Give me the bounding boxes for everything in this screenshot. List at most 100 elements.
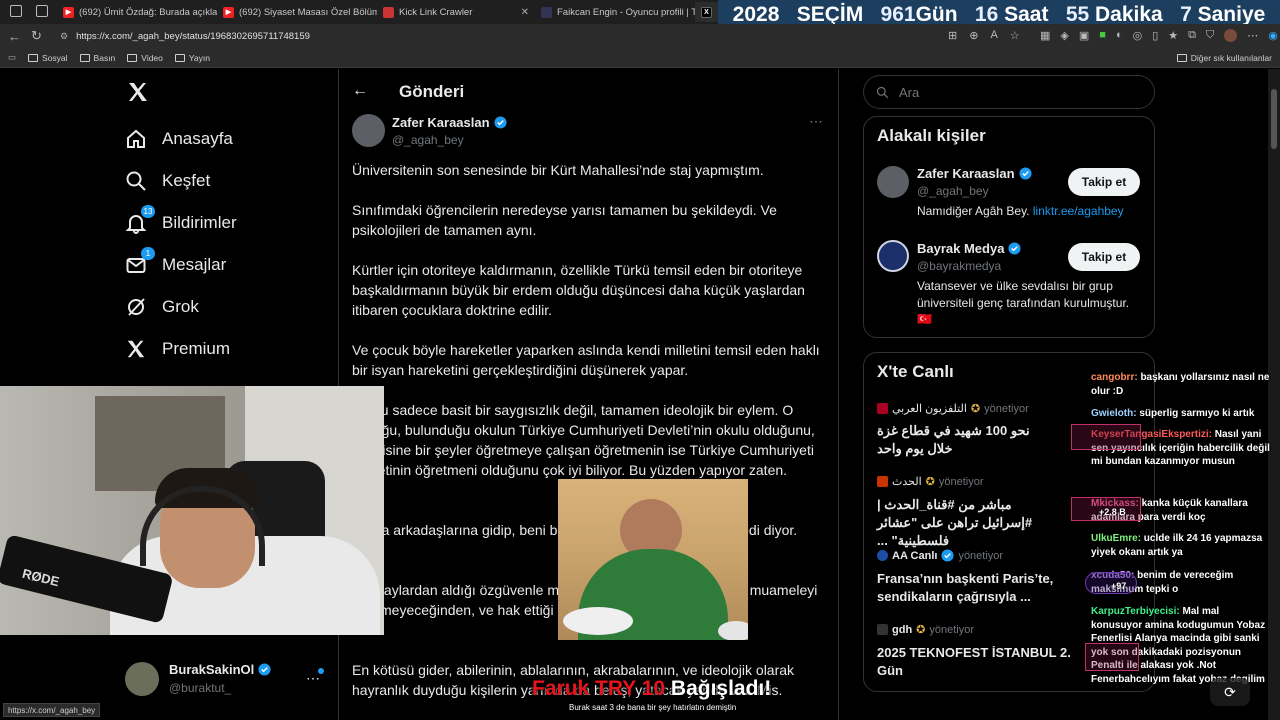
- live-item-title[interactable]: Fransa’nın başkenti Paris’te, sendikalar…: [877, 570, 1077, 606]
- related-person-name[interactable]: Zafer Karaaslan: [917, 166, 1015, 181]
- column-divider: [838, 69, 839, 720]
- site-info-icon[interactable]: ⚙: [60, 31, 68, 42]
- collections-icon[interactable]: ⧉: [1188, 29, 1196, 42]
- back-arrow-icon[interactable]: ←: [8, 29, 21, 44]
- extension-icon[interactable]: ◈: [1060, 29, 1068, 42]
- live-item-source: gdh ✪ yönetiyor: [877, 623, 1077, 636]
- post-paragraph: Sınıfımdaki öğrencilerin neredeyse yarıs…: [352, 202, 777, 238]
- browser-tab-1[interactable]: ▶ (692) Ümit Özdağ: Burada açıklay...✕: [57, 2, 217, 22]
- youtube-icon: ▶: [223, 6, 234, 18]
- bio-link[interactable]: linktr.ee/agahbey: [1033, 204, 1124, 218]
- countdown-hours: 16: [974, 3, 999, 26]
- reading-list-icon[interactable]: ▭: [8, 52, 16, 63]
- related-person-bio: Vatansever ve ülke sevdalısı bir grup ün…: [917, 279, 1130, 326]
- profile-avatar[interactable]: [1224, 29, 1238, 42]
- countdown-hours-unit: Saat: [1004, 3, 1049, 26]
- read-aloud-icon[interactable]: A: [990, 29, 997, 42]
- nav-item-grok[interactable]: Grok: [125, 292, 199, 322]
- extensions-bar: ▦ ◈ ▣ ■ ◐ ◎ ▯ ★ ⧉ ⛉ ⋯ ◉: [1040, 29, 1278, 42]
- live-item-source: AA Canlı yönetiyor: [877, 549, 1077, 562]
- nav-item-messages[interactable]: 1 Mesajlar: [125, 247, 226, 280]
- nav-item-home[interactable]: Anasayfa: [125, 124, 233, 154]
- home-icon: [125, 128, 147, 150]
- crawler-icon: [383, 6, 394, 18]
- workspaces-icon[interactable]: [10, 5, 22, 17]
- tab-actions-icon[interactable]: [36, 5, 48, 17]
- avatar[interactable]: [877, 166, 909, 198]
- x-logo-icon[interactable]: [126, 80, 150, 104]
- more-menu-icon[interactable]: ⋯: [1247, 29, 1258, 42]
- countdown-days-unit: Gün: [915, 3, 958, 26]
- shield-icon[interactable]: ⛉: [1206, 29, 1214, 42]
- search-icon: [125, 170, 147, 192]
- back-arrow-icon[interactable]: ←: [352, 82, 368, 100]
- countdown-seconds: 7: [1180, 3, 1192, 26]
- split-screen-icon[interactable]: ▯: [1152, 29, 1158, 42]
- countdown-seconds-unit: Saniye: [1197, 3, 1266, 26]
- zoom-icon[interactable]: ⊕: [969, 29, 978, 42]
- countdown-days: 961: [880, 3, 916, 26]
- browser-tab-3[interactable]: Kick Link Crawler ✕: [377, 2, 535, 22]
- chat-highlight-box: [1071, 424, 1141, 450]
- post-paragraph: Üniversitenin son senesinde bir Kürt Mah…: [352, 162, 764, 178]
- chat-overlay-button[interactable]: ⟳: [1210, 678, 1250, 706]
- search-icon: [876, 86, 889, 98]
- avatar[interactable]: [877, 240, 909, 272]
- nav-item-notifications[interactable]: 13 Bildirimler: [125, 205, 237, 238]
- bell-icon: 13: [125, 205, 155, 234]
- other-bookmarks[interactable]: Diğer sık kullanılanlar: [1176, 53, 1272, 63]
- follow-button[interactable]: Takip et: [1068, 168, 1140, 196]
- related-person-bio: Namıdiğer Agâh Bey. linktr.ee/agahbey: [917, 204, 1124, 218]
- donation-verb: Bağışladı!: [670, 677, 772, 700]
- url-field[interactable]: ⚙ https://x.com/_agah_bey/status/1968302…: [52, 28, 932, 44]
- account-name: BurakSakinOl: [169, 662, 255, 677]
- live-item-title[interactable]: نحو 100 شهيد في قطاع غزة خلال يوم واحد: [877, 422, 1047, 458]
- reload-icon[interactable]: ↻: [31, 28, 42, 44]
- browser-tab-4[interactable]: Faikcan Engin - Oyuncu profili | T...✕: [535, 2, 695, 22]
- x-logo-icon: [125, 338, 147, 360]
- bookmark-folder-sosyal[interactable]: Sosyal: [28, 53, 68, 63]
- author-avatar[interactable]: [352, 114, 385, 147]
- follow-button[interactable]: Takip et: [1068, 243, 1140, 271]
- bookmark-folder-yayin[interactable]: Yayın: [174, 53, 210, 63]
- nav-item-premium[interactable]: Premium: [125, 334, 230, 364]
- gold-verified-icon: ✪: [916, 624, 926, 636]
- bookmark-folder-basin[interactable]: Basın: [79, 53, 115, 63]
- x-logo-icon: X: [701, 6, 712, 18]
- scrollbar-thumb[interactable]: [1271, 89, 1277, 149]
- extension-icon[interactable]: ◐: [1116, 29, 1123, 42]
- post-more-icon[interactable]: ⋯: [809, 113, 823, 130]
- live-item-title[interactable]: 2025 TEKNOFEST İSTANBUL 2. Gün: [877, 644, 1077, 680]
- related-person-name[interactable]: Bayrak Medya: [917, 241, 1004, 256]
- countdown-minutes-unit: Dakika: [1095, 3, 1163, 26]
- bookmarks-bar: ▭ Sosyal Basın Video Yayın Diğer sık kul…: [0, 48, 1280, 68]
- bookmark-folder-video[interactable]: Video: [127, 53, 163, 63]
- search-input[interactable]: Ara: [863, 75, 1155, 109]
- verified-badge-icon: [494, 116, 507, 129]
- related-person-handle[interactable]: @bayrakmedya: [917, 259, 1001, 273]
- install-app-icon[interactable]: ⊞: [948, 29, 957, 42]
- close-tab-icon[interactable]: ✕: [521, 7, 529, 18]
- youtube-icon: ▶: [63, 6, 74, 18]
- account-switcher[interactable]: BurakSakinOl @buraktut_ ⋯: [124, 660, 334, 698]
- live-item-title[interactable]: مباشر من #قناة_الحدث | #إسرائيل تراهن عل…: [877, 496, 1047, 550]
- favorite-star-icon[interactable]: ☆: [1010, 29, 1020, 42]
- account-handle: @buraktut_: [169, 681, 232, 695]
- favorites-icon[interactable]: ★: [1168, 29, 1178, 42]
- related-people-title: Alakalı kişiler: [877, 126, 986, 145]
- chat-message: Gwieloth: süperlig sarmıyo ki artık: [1091, 408, 1255, 419]
- extension-icon[interactable]: ◎: [1133, 29, 1143, 42]
- extension-icon[interactable]: ■: [1099, 29, 1106, 42]
- author-name[interactable]: Zafer Karaaslan: [392, 115, 490, 130]
- browser-tab-5-active[interactable]: X: [695, 2, 719, 22]
- copilot-icon[interactable]: ◉: [1268, 29, 1278, 42]
- author-handle[interactable]: @_agah_bey: [392, 133, 464, 147]
- live-panel-title: X'te Canlı: [877, 362, 954, 381]
- webcam-overlay: RØDE: [0, 386, 384, 635]
- chat-highlight-box: [1085, 643, 1139, 671]
- extension-icon[interactable]: ▦: [1040, 29, 1050, 42]
- browser-tab-2[interactable]: ▶ (692) Siyaset Masası Özel Bölüm ...✕: [217, 2, 377, 22]
- related-person-handle[interactable]: @_agah_bey: [917, 184, 989, 198]
- nav-item-explore[interactable]: Keşfet: [125, 166, 210, 196]
- extension-icon[interactable]: ▣: [1079, 29, 1089, 42]
